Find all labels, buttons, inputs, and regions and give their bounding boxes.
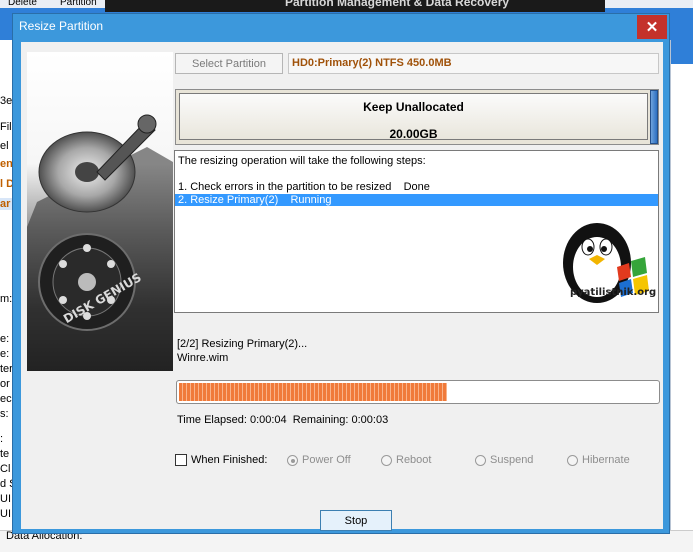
option-suspend[interactable]: Suspend [475, 454, 533, 466]
close-button[interactable]: ✕ [637, 15, 667, 39]
steps-intro: The resizing operation will take the fol… [178, 155, 426, 167]
radio-reboot[interactable] [381, 454, 392, 466]
resize-handle[interactable] [650, 90, 658, 144]
time-elapsed-label: Time Elapsed: [177, 414, 247, 426]
when-finished-checkbox[interactable] [175, 454, 187, 466]
unallocated-label: Keep Unallocated [363, 100, 464, 114]
close-icon: ✕ [645, 19, 659, 36]
background-right-band [671, 40, 693, 64]
progress-bar [176, 380, 660, 404]
dialog-title: Resize Partition [19, 19, 104, 33]
time-elapsed-value: 0:00:04 [249, 414, 287, 426]
option-power-off[interactable]: Power Off [287, 454, 351, 466]
unallocated-size: 20.00GB [389, 127, 438, 141]
remaining-label: Remaining: [292, 414, 349, 426]
disk-genius-artwork: DISK GENIUS [27, 52, 173, 371]
steps-list: The resizing operation will take the fol… [174, 150, 659, 313]
dialog-client-area: DISK GENIUS Select Partition HD0:Primary… [21, 42, 663, 531]
watermark-text: pyatilistnik.org [570, 287, 657, 298]
option-reboot[interactable]: Reboot [381, 454, 431, 466]
background-right-panel [670, 40, 693, 530]
when-finished-checkbox-row[interactable]: When Finished: [175, 454, 267, 466]
when-finished-label: When Finished: [191, 454, 268, 466]
select-partition-button[interactable]: Select Partition [175, 53, 283, 74]
progress-bar-fill [179, 383, 447, 401]
progress-current-file: Winre.wim [177, 352, 229, 364]
remaining-value: 0:00:03 [351, 414, 389, 426]
step-item: 1. Check errors in the partition to be r… [178, 181, 430, 193]
background-banner: Partition Management & Data Recovery [105, 0, 605, 12]
radio-hibernate[interactable] [567, 454, 578, 466]
option-hibernate-label: Hibernate [582, 454, 630, 466]
radio-power-off[interactable] [287, 454, 298, 466]
option-suspend-label: Suspend [490, 454, 534, 466]
radio-suspend[interactable] [475, 454, 486, 466]
resize-partition-dialog: Resize Partition ✕ DISK GENIUS Select Pa… [12, 13, 670, 534]
option-reboot-label: Reboot [396, 454, 432, 466]
step-item-active: 2. Resize Primary(2) Running [175, 194, 658, 206]
unallocated-space-block: Keep Unallocated 20.00GB [179, 93, 648, 141]
background-partition-button[interactable]: Partition [60, 0, 97, 8]
partition-info: HD0:Primary(2) NTFS 450.0MB [288, 53, 659, 74]
option-power-off-label: Power Off [302, 454, 351, 466]
background-delete-button[interactable]: Delete [8, 0, 37, 8]
stop-button[interactable]: Stop [320, 510, 392, 531]
option-hibernate[interactable]: Hibernate [567, 454, 630, 466]
hard-disk-icon [27, 114, 173, 371]
time-info: Time Elapsed: 0:00:04 Remaining: 0:00:03 [177, 414, 388, 426]
progress-status: [2/2] Resizing Primary(2)... [177, 338, 308, 350]
unallocated-space-bar[interactable]: Keep Unallocated 20.00GB [175, 89, 659, 145]
background-banner-text: Partition Management & Data Recovery [285, 0, 510, 9]
